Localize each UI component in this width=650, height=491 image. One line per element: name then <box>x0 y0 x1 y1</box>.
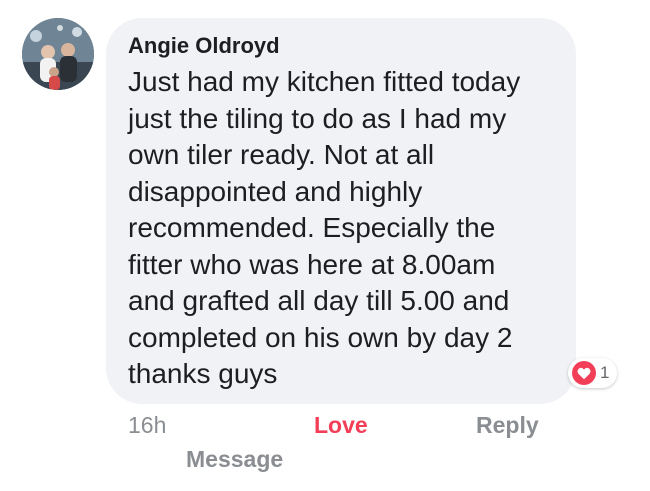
reaction-count: 1 <box>600 363 610 382</box>
comment-author[interactable]: Angie Oldroyd <box>128 32 554 60</box>
reaction-summary[interactable]: 1 <box>568 358 618 388</box>
love-button[interactable]: Love <box>314 412 368 439</box>
heart-icon <box>572 361 596 385</box>
comment-text: Just had my kitchen fitted today just th… <box>128 66 521 389</box>
reply-button[interactable]: Reply <box>476 412 539 439</box>
comment: Angie Oldroyd Just had my kitchen fitted… <box>0 0 650 491</box>
message-button[interactable]: Message <box>186 446 283 473</box>
comment-timestamp[interactable]: 16h <box>128 412 166 439</box>
avatar-photo <box>22 18 94 90</box>
avatar[interactable] <box>22 18 94 90</box>
comment-bubble: Angie Oldroyd Just had my kitchen fitted… <box>106 18 576 404</box>
